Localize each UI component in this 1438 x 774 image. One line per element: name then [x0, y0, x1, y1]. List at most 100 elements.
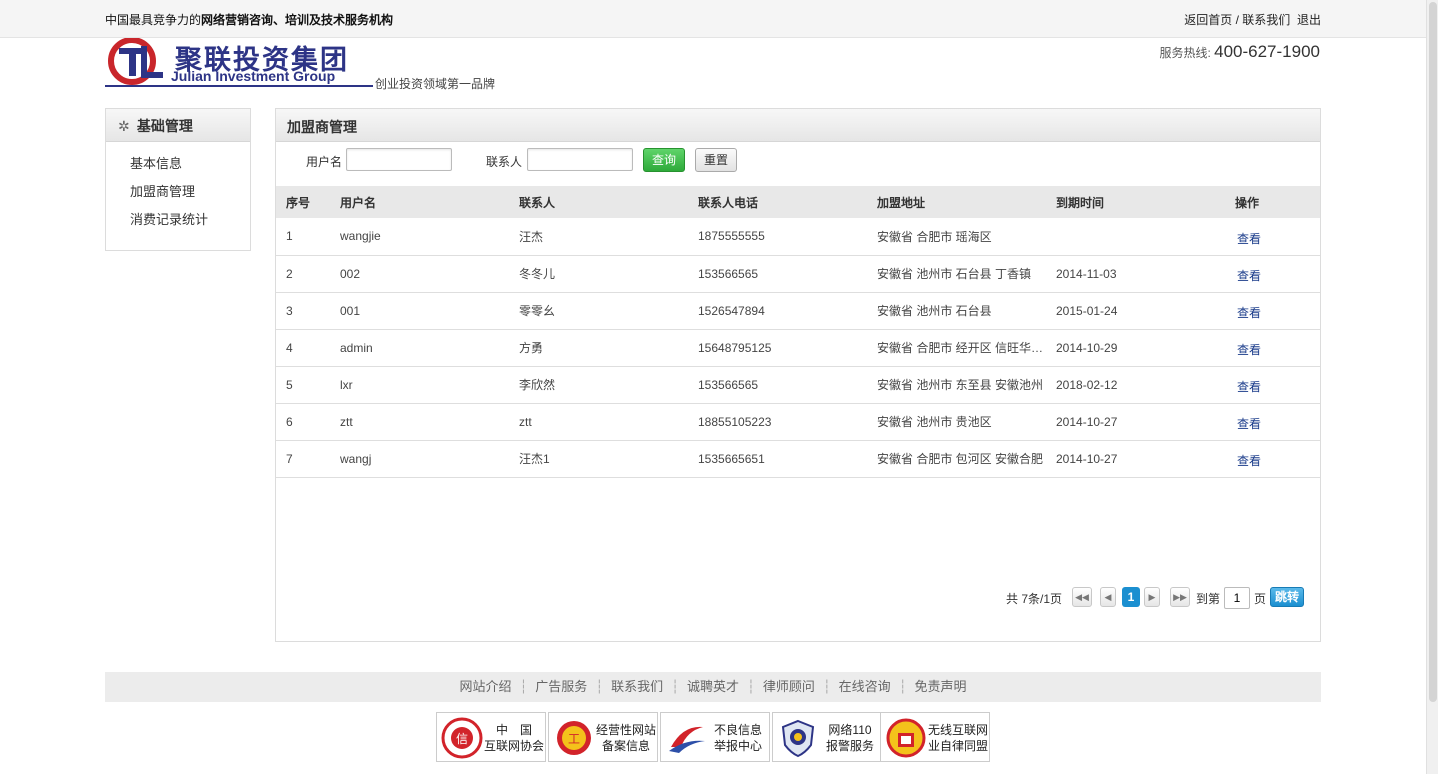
cell-address: 安徽省 池州市 东至县 安徽池州	[867, 366, 1046, 404]
sidebar-item-basic-info[interactable]: 基本信息	[130, 153, 250, 181]
col-header-address: 加盟地址	[867, 186, 1046, 218]
cell-address: 安徽省 池州市 石台县 丁香镇	[867, 255, 1046, 293]
site-slogan: 中国最具竞争力的网络营销咨询、培训及技术服务机构	[105, 13, 394, 27]
site-logo[interactable]: 聚联投资集团 Julian Investment Group	[105, 38, 375, 88]
table-row: 7 wangj 汪杰1 1535665651 安徽省 合肥市 包河区 安徽合肥 …	[276, 440, 1320, 478]
badge-police-110[interactable]: 网络110 报警服务	[772, 712, 882, 762]
view-link[interactable]: 查看	[1237, 454, 1261, 468]
badge-internet-society[interactable]: 信 中 国互联网协会	[436, 712, 546, 762]
cell-address: 安徽省 池州市 贵池区	[867, 403, 1046, 441]
footer-separator: ┆	[519, 679, 528, 694]
goto-page-input[interactable]	[1224, 587, 1250, 609]
cell-action: 查看	[1225, 292, 1320, 330]
business-license-icon: 工	[557, 721, 591, 755]
franchisee-table: 序号 用户名 联系人 联系人电话 加盟地址 到期时间 操作 1 wangjie …	[276, 186, 1320, 478]
footer-link-ads[interactable]: 广告服务	[535, 679, 587, 694]
view-link[interactable]: 查看	[1237, 306, 1261, 320]
table-row: 3 001 零零幺 1526547894 安徽省 池州市 石台县 2015-01…	[276, 292, 1320, 330]
username-label: 用户名	[306, 155, 343, 169]
badge-wireless-alliance[interactable]: 无线互联网 业自律同盟	[880, 712, 990, 762]
cell-expire	[1046, 218, 1225, 256]
cell-phone: 1526547894	[688, 292, 867, 330]
footer-separator: ┆	[822, 679, 831, 694]
col-header-action: 操作	[1225, 186, 1320, 218]
footer-link-consult[interactable]: 在线咨询	[839, 679, 891, 694]
cell-username: wangjie	[330, 218, 509, 256]
sidebar-item-consumption-stats[interactable]: 消费记录统计	[130, 209, 250, 237]
cell-action: 查看	[1225, 218, 1320, 256]
cell-username: wangj	[330, 440, 509, 478]
logout-link[interactable]: 退出	[1297, 13, 1321, 27]
badge-report-center[interactable]: 不良信息 举报中心	[660, 712, 770, 762]
view-link[interactable]: 查看	[1237, 232, 1261, 246]
footer-link-contact[interactable]: 联系我们	[611, 679, 663, 694]
cell-username: lxr	[330, 366, 509, 404]
police-badge-icon	[781, 719, 815, 758]
cell-contact: 李欣然	[509, 366, 688, 404]
username-input[interactable]	[346, 148, 452, 171]
table-row: 4 admin 方勇 15648795125 安徽省 合肥市 经开区 信旺华府.…	[276, 329, 1320, 367]
badge-text: 不良信息 举报中心	[713, 723, 762, 753]
cell-address: 安徽省 合肥市 经开区 信旺华府...	[867, 329, 1046, 367]
view-link[interactable]: 查看	[1237, 380, 1261, 394]
cell-no: 3	[276, 292, 330, 330]
view-link[interactable]: 查看	[1237, 269, 1261, 283]
last-page-icon[interactable]: ▶▶	[1170, 587, 1190, 607]
sidebar-item-franchisee[interactable]: 加盟商管理	[130, 181, 250, 209]
home-link[interactable]: 返回首页	[1184, 13, 1232, 27]
reset-button[interactable]: 重置	[695, 148, 737, 172]
cell-username: ztt	[330, 403, 509, 441]
footer-link-lawyer[interactable]: 律师顾问	[763, 679, 815, 694]
cell-phone: 18855105223	[688, 403, 867, 441]
search-bar: 用户名 联系人 查询 重置	[276, 147, 1320, 177]
contact-label: 联系人	[486, 155, 523, 169]
prev-page-icon[interactable]: ◀	[1100, 587, 1116, 607]
footer-link-jobs[interactable]: 诚聘英才	[687, 679, 739, 694]
cell-expire: 2015-01-24	[1046, 292, 1225, 330]
footer-separator: ┆	[747, 679, 755, 694]
table-row: 6 ztt ztt 18855105223 安徽省 池州市 贵池区 2014-1…	[276, 403, 1320, 441]
cell-address: 安徽省 合肥市 瑶海区	[867, 218, 1046, 256]
pagination: 共 7条/1页 ◀◀ ◀ 1 ▶ ▶▶ 到第 页 跳转	[1006, 587, 1306, 609]
footer-link-disclaimer[interactable]: 免责声明	[915, 679, 967, 694]
badge-website-registration[interactable]: 工 经营性网站 备案信息	[548, 712, 658, 762]
col-header-phone: 联系人电话	[688, 186, 867, 218]
cell-contact: 汪杰1	[509, 440, 688, 478]
cell-address: 安徽省 池州市 石台县	[867, 292, 1046, 330]
footer-link-about[interactable]: 网站介绍	[459, 679, 511, 694]
contact-link[interactable]: 联系我们	[1242, 13, 1290, 27]
current-page[interactable]: 1	[1122, 587, 1140, 607]
badge-text: 网络110 报警服务	[825, 723, 874, 753]
page-unit-label: 页	[1254, 592, 1267, 606]
jump-button[interactable]: 跳转	[1270, 587, 1304, 607]
footer-separator: ┆	[595, 679, 604, 694]
first-page-icon[interactable]: ◀◀	[1072, 587, 1092, 607]
view-link[interactable]: 查看	[1237, 417, 1261, 431]
query-button[interactable]: 查询	[643, 148, 685, 172]
sidebar-title: 基础管理	[136, 118, 193, 134]
cell-no: 6	[276, 403, 330, 441]
sidebar: ✲ 基础管理 基本信息 加盟商管理 消费记录统计	[105, 108, 251, 251]
scrollbar-thumb[interactable]	[1429, 2, 1437, 702]
footer-nav: 网站介绍 ┆ 广告服务 ┆ 联系我们 ┆ 诚聘英才 ┆ 律师顾问 ┆ 在线咨询 ┆ 免责声明	[105, 672, 1321, 702]
table-row: 2 002 冬冬儿 153566565 安徽省 池州市 石台县 丁香镇 2014…	[276, 255, 1320, 293]
site-tagline: 创业投资领域第一品牌	[375, 77, 496, 91]
contact-input[interactable]	[527, 148, 633, 171]
cell-username: 002	[330, 255, 509, 293]
report-center-icon	[669, 726, 705, 753]
view-link[interactable]: 查看	[1237, 343, 1261, 357]
cell-contact: ztt	[509, 403, 688, 441]
logo-english-name: Julian Investment Group	[171, 68, 336, 84]
top-links: 返回首页 / 联系我们 退出	[1184, 11, 1321, 28]
sidebar-header: ✲ 基础管理	[106, 109, 250, 142]
page-scrollbar[interactable]	[1426, 0, 1438, 774]
certification-badges: 信 中 国互联网协会 工 经营性网站 备案信息 不良信息 举报中心 网络110 报警服…	[436, 712, 996, 762]
gear-icon: ✲	[118, 118, 130, 134]
cell-expire: 2014-10-29	[1046, 329, 1225, 367]
cell-address: 安徽省 合肥市 包河区 安徽合肥	[867, 440, 1046, 478]
cell-no: 7	[276, 440, 330, 478]
cell-expire: 2014-10-27	[1046, 403, 1225, 441]
cell-contact: 冬冬儿	[509, 255, 688, 293]
cell-username: 001	[330, 292, 509, 330]
next-page-icon[interactable]: ▶	[1144, 587, 1160, 607]
